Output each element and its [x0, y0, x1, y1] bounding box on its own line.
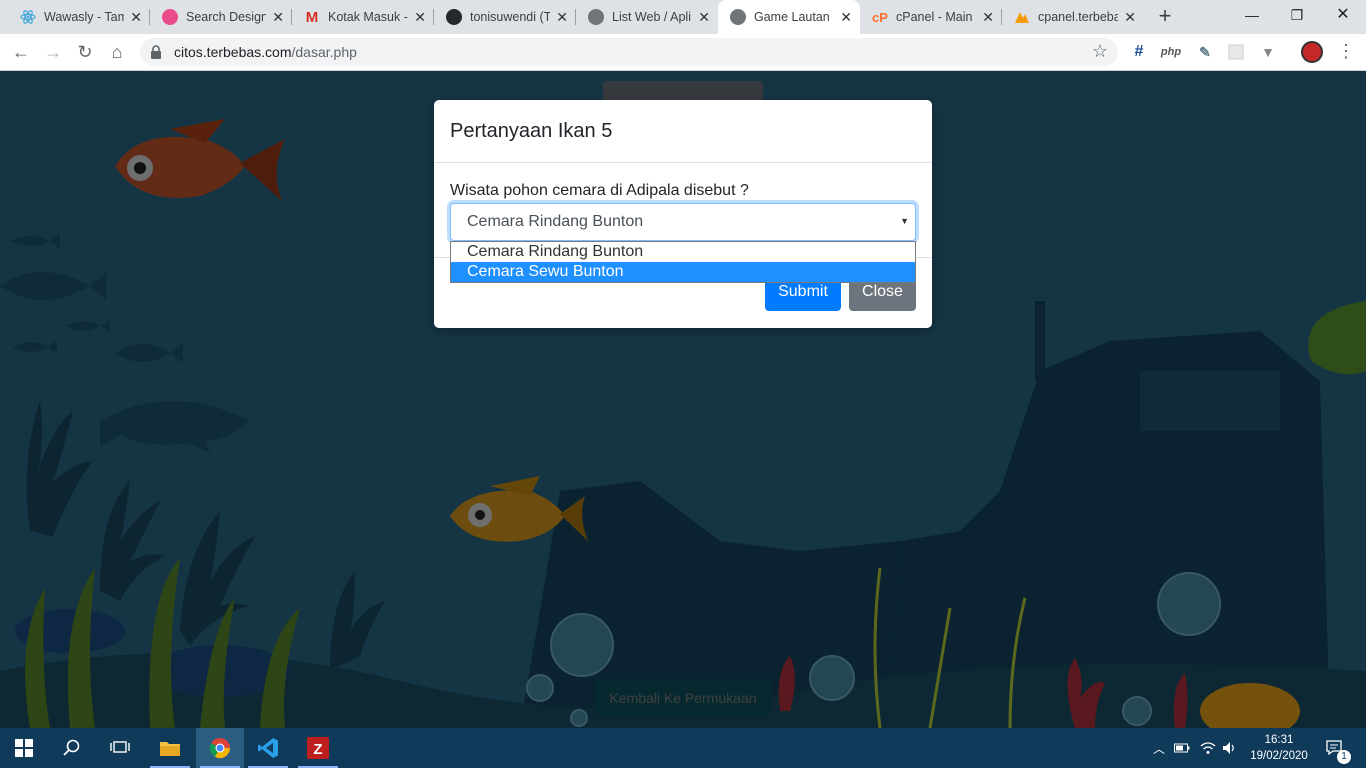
tab-list-web[interactable]: List Web / Apli ✕: [576, 0, 718, 34]
grid-extension-icon[interactable]: #: [1129, 42, 1149, 62]
url-path: /dasar.php: [291, 44, 357, 60]
answer-select-value: Cemara Rindang Bunton: [467, 213, 644, 230]
task-view-icon: [110, 741, 130, 753]
tab-gmail[interactable]: M Kotak Masuk - ✕: [292, 0, 434, 34]
tab-title: List Web / Apli: [612, 10, 691, 24]
modal-title: Pertanyaan Ikan 5: [450, 120, 613, 142]
volume-icon[interactable]: [1220, 728, 1240, 768]
reload-button[interactable]: ↻: [72, 39, 98, 65]
question-modal: Pertanyaan Ikan 5 Wisata pohon cemara di…: [434, 100, 932, 328]
gmail-icon: M: [305, 8, 319, 26]
chrome-icon: [209, 738, 231, 759]
cpanel-icon: cP: [872, 9, 888, 25]
close-tab-icon[interactable]: ✕: [556, 9, 568, 26]
answer-select[interactable]: Cemara Rindang Bunton ▼: [450, 203, 916, 241]
search-icon: [63, 739, 80, 756]
tab-phpmyadmin[interactable]: cpanel.terbeba ✕: [1002, 0, 1144, 34]
react-icon: [20, 9, 36, 25]
close-tab-icon[interactable]: ✕: [1124, 9, 1136, 26]
php-extension-icon[interactable]: php: [1161, 42, 1181, 62]
dribbble-icon: [162, 9, 178, 25]
close-tab-icon[interactable]: ✕: [698, 9, 710, 26]
tab-title: Game Lautan: [754, 10, 830, 24]
url-host: citos.terbebas.com: [174, 44, 292, 60]
close-tab-icon[interactable]: ✕: [130, 9, 142, 26]
filezilla-button[interactable]: Z: [294, 728, 342, 768]
search-button[interactable]: [48, 728, 96, 768]
tab-title: Kotak Masuk -: [328, 10, 408, 24]
answer-options-list: Cemara Rindang Bunton Cemara Sewu Bunton: [450, 241, 916, 283]
clock-date: 19/02/2020: [1250, 750, 1308, 762]
answer-option[interactable]: Cemara Rindang Bunton: [451, 242, 915, 262]
notification-count-badge: 1: [1337, 750, 1351, 764]
filezilla-icon: Z: [307, 737, 329, 759]
file-explorer-button[interactable]: [146, 728, 194, 768]
question-text: Wisata pohon cemara di Adipala disebut ?: [450, 182, 749, 199]
tab-title: cPanel - Main: [896, 10, 973, 24]
tab-bar: Wawasly - Tam ✕ Search Design ✕ M Kotak …: [0, 0, 1366, 34]
close-tab-icon[interactable]: ✕: [982, 9, 994, 26]
eyedropper-extension-icon[interactable]: ✎: [1195, 42, 1215, 62]
vscode-icon: [258, 738, 278, 758]
close-tab-icon[interactable]: ✕: [272, 9, 284, 26]
system-clock[interactable]: 16:31 19/02/2020: [1244, 732, 1314, 764]
tab-title: tonisuwendi (T: [470, 10, 551, 24]
close-tab-icon[interactable]: ✕: [414, 9, 426, 26]
bookmark-star-icon[interactable]: ☆: [1092, 41, 1108, 62]
vscode-button[interactable]: [244, 728, 292, 768]
address-bar[interactable]: citos.terbebas.com/dasar.php ☆: [140, 38, 1118, 66]
answer-option-highlighted[interactable]: Cemara Sewu Bunton: [451, 262, 915, 282]
phpmyadmin-icon: [1014, 9, 1030, 25]
tab-cpanel[interactable]: cP cPanel - Main ✕: [860, 0, 1002, 34]
tab-title: Search Design: [186, 10, 267, 24]
task-view-button[interactable]: [96, 728, 144, 768]
start-button[interactable]: [0, 728, 48, 768]
maximize-button[interactable]: ❐: [1274, 0, 1320, 30]
globe-icon: [730, 9, 746, 25]
browser-toolbar: ← → ↻ ⌂ citos.terbebas.com/dasar.php ☆ #…: [0, 34, 1366, 71]
tab-github[interactable]: tonisuwendi (T ✕: [434, 0, 576, 34]
tray-overflow-icon[interactable]: ︿: [1150, 728, 1168, 768]
notifications-button[interactable]: 1: [1320, 728, 1351, 768]
minimize-button[interactable]: —: [1229, 0, 1275, 30]
profile-avatar[interactable]: [1301, 41, 1323, 63]
close-tab-icon[interactable]: ✕: [840, 9, 852, 26]
tab-title: cpanel.terbeba: [1038, 10, 1119, 24]
tab-dribbble[interactable]: Search Design ✕: [150, 0, 292, 34]
menu-kebab-icon[interactable]: ⋮: [1336, 40, 1356, 64]
windows-icon: [15, 739, 33, 757]
home-button[interactable]: ⌂: [104, 39, 130, 65]
modal-header: Pertanyaan Ikan 5: [434, 100, 932, 163]
globe-icon: [588, 9, 604, 25]
tab-game-lautan[interactable]: Game Lautan ✕: [718, 0, 860, 34]
blank-extension-icon[interactable]: [1226, 42, 1246, 62]
back-button[interactable]: ←: [8, 39, 34, 65]
tab-wawasly[interactable]: Wawasly - Tam ✕: [8, 0, 150, 34]
svg-text:Z: Z: [313, 741, 322, 758]
tab-title: Wawasly - Tam: [44, 10, 125, 24]
github-icon: [446, 9, 462, 25]
url-text: citos.terbebas.com/dasar.php: [174, 44, 357, 60]
wifi-icon[interactable]: [1198, 728, 1218, 768]
battery-icon[interactable]: [1172, 728, 1192, 768]
window-close-button[interactable]: ✕: [1320, 0, 1366, 30]
vue-extension-icon[interactable]: ▼: [1258, 42, 1278, 62]
forward-button[interactable]: →: [40, 39, 66, 65]
chevron-down-icon: ▼: [900, 216, 909, 226]
game-viewport: Kembali Ke Permukaan Pertanyaan Ikan 5 W…: [0, 71, 1366, 728]
lock-icon: [151, 45, 161, 59]
new-tab-button[interactable]: +: [1152, 4, 1178, 30]
chrome-button[interactable]: [196, 728, 244, 768]
clock-time: 16:31: [1264, 734, 1294, 746]
folder-icon: [160, 742, 180, 756]
windows-taskbar: Z ︿ 16:31 19/02/2020 1: [0, 728, 1366, 768]
